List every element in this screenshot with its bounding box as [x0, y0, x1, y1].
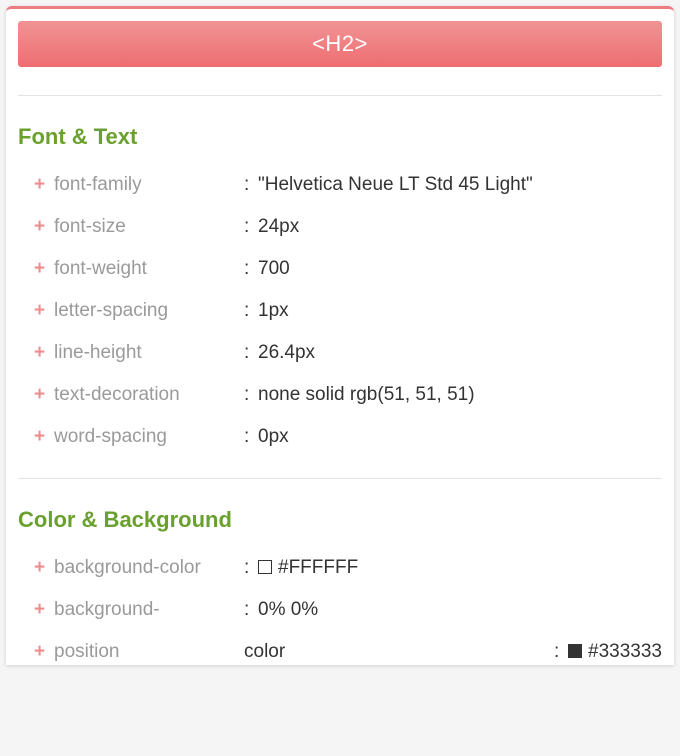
expand-icon[interactable]: +	[34, 597, 54, 623]
expand-icon[interactable]: +	[34, 555, 54, 581]
expand-icon[interactable]: +	[34, 172, 54, 198]
colon: :	[244, 424, 258, 450]
prop-row[interactable]: + background- : 0% 0%	[34, 597, 662, 623]
prop-name: letter-spacing	[54, 298, 244, 324]
colon: :	[244, 382, 258, 408]
prop-list-font-text: + font-family : "Helvetica Neue LT Std 4…	[18, 172, 662, 450]
prop-value: 1px	[258, 298, 662, 324]
prop-row[interactable]: + letter-spacing : 1px	[34, 298, 662, 324]
section-title-color-bg: Color & Background	[18, 507, 662, 533]
prop-name: word-spacing	[54, 424, 244, 450]
expand-icon[interactable]: +	[34, 424, 54, 450]
prop-name: position	[54, 639, 244, 665]
prop-row[interactable]: + text-decoration : none solid rgb(51, 5…	[34, 382, 662, 408]
colon: :	[244, 256, 258, 282]
css-inspector-panel: <H2> Font & Text + font-family : "Helvet…	[6, 6, 674, 665]
prop-name: background-	[54, 597, 244, 623]
element-tag-header: <H2>	[18, 21, 662, 67]
colon: :	[244, 214, 258, 240]
expand-icon[interactable]: +	[34, 256, 54, 282]
overflow-color-label: color	[244, 639, 554, 665]
prop-name: font-size	[54, 214, 244, 240]
prop-row[interactable]: + position color : #333333	[34, 639, 662, 665]
colon: :	[244, 298, 258, 324]
color-value: #333333	[588, 641, 662, 662]
colon: :	[244, 172, 258, 198]
section-color-background: Color & Background + background-color : …	[18, 479, 662, 665]
section-font-text: Font & Text + font-family : "Helvetica N…	[18, 96, 662, 450]
prop-value: 0px	[258, 424, 662, 450]
prop-value: "Helvetica Neue LT Std 45 Light"	[258, 172, 662, 198]
element-tag-label: <H2>	[312, 31, 368, 56]
prop-value: 700	[258, 256, 662, 282]
prop-value: #333333	[568, 639, 662, 665]
color-swatch-icon	[568, 644, 582, 658]
prop-value: 24px	[258, 214, 662, 240]
prop-name: line-height	[54, 340, 244, 366]
color-value: #FFFFFF	[278, 557, 358, 578]
prop-row[interactable]: + font-family : "Helvetica Neue LT Std 4…	[34, 172, 662, 198]
prop-name: background-color	[54, 555, 244, 581]
prop-name: text-decoration	[54, 382, 244, 408]
colon: :	[244, 340, 258, 366]
prop-row[interactable]: + font-size : 24px	[34, 214, 662, 240]
prop-value: #FFFFFF	[258, 555, 662, 581]
colon: :	[554, 639, 568, 665]
expand-icon[interactable]: +	[34, 214, 54, 240]
prop-list-color-bg: + background-color : #FFFFFF + backgroun…	[18, 555, 662, 665]
color-swatch-icon	[258, 560, 272, 574]
expand-icon[interactable]: +	[34, 298, 54, 324]
prop-row[interactable]: + line-height : 26.4px	[34, 340, 662, 366]
section-title-font-text: Font & Text	[18, 124, 662, 150]
expand-icon[interactable]: +	[34, 340, 54, 366]
prop-value: 0% 0%	[258, 597, 662, 623]
colon: :	[244, 597, 258, 623]
prop-row[interactable]: + background-color : #FFFFFF	[34, 555, 662, 581]
prop-row[interactable]: + font-weight : 700	[34, 256, 662, 282]
colon: :	[244, 555, 258, 581]
prop-value: 26.4px	[258, 340, 662, 366]
prop-name: font-family	[54, 172, 244, 198]
prop-name: font-weight	[54, 256, 244, 282]
expand-icon[interactable]: +	[34, 382, 54, 408]
prop-row[interactable]: + word-spacing : 0px	[34, 424, 662, 450]
expand-icon[interactable]: +	[34, 639, 54, 665]
prop-value: none solid rgb(51, 51, 51)	[258, 382, 662, 408]
